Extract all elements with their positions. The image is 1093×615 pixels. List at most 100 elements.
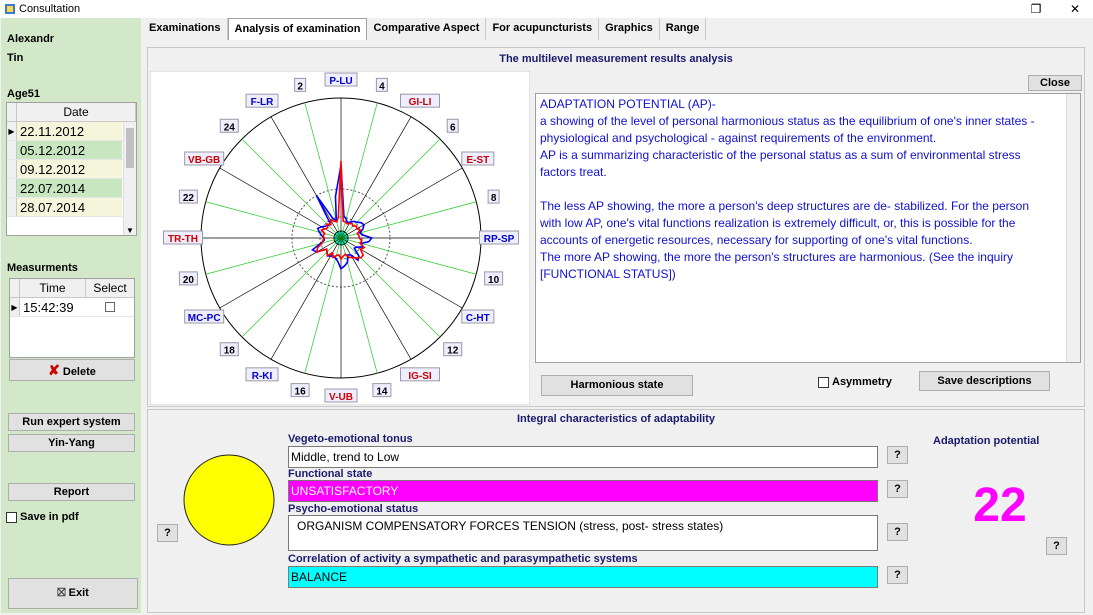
description-line: ADAPTATION POTENTIAL (AP)- [540,97,716,111]
select-column-header[interactable]: Select [86,279,134,297]
patient-last-name: Tin [7,52,24,64]
table-row[interactable]: 22.07.2014 [7,179,136,198]
left-panel: Alexandr Tin Age51 Date ▶ 22.11.2012 05.1… [1,18,141,613]
radar-axis-label: 16 [295,387,307,398]
psycho-label: Psycho-emotional status [288,503,419,515]
close-icon[interactable]: ✕ [1060,1,1090,17]
radar-axis-label: 6 [450,122,456,133]
functional-help-button[interactable]: ? [887,480,908,498]
vegeto-field[interactable]: Middle, trend to Low [288,446,878,468]
table-row[interactable]: 05.12.2012 [7,141,136,160]
description-scrollbar[interactable] [1066,94,1080,362]
select-checkbox[interactable] [105,302,115,312]
description-line [540,181,1062,198]
run-expert-system-button[interactable]: Run expert system [8,413,135,431]
psycho-field[interactable]: ORGANISM COMPENSATORY FORCES TENSION (st… [288,515,878,551]
row-pointer-icon: ▶ [7,122,17,140]
tab-graphics[interactable]: Graphics [599,18,660,40]
description-line: accounts of energetic resources, necessa… [540,233,973,247]
status-circle [183,454,275,546]
radar-chart: P-LU 4 GI-LI 6 E-ST 8 RP-SP 10 C-HT 12 IG-SI 14 V-UB… [150,71,530,405]
asymmetry-checkbox[interactable]: Asymmetry [818,376,892,388]
radar-axis-label: C-HT [466,313,490,324]
radar-axis-label: RP-SP [484,234,515,245]
radar-axis-label: 22 [183,193,195,204]
exit-button[interactable]: ⛝ Exit [8,578,138,609]
tab-analysis-of-examination[interactable]: Analysis of examination [227,18,368,40]
measurements-grid[interactable]: Time Select ▶ 15:42:39 [9,278,135,358]
radar-axis-label: 20 [183,275,195,286]
save-descriptions-button[interactable]: Save descriptions [919,371,1050,391]
patient-age: Age51 [7,88,41,100]
restore-icon[interactable]: ❐ [1021,1,1051,17]
table-row[interactable]: 28.07.2014 [7,198,136,217]
description-line: [FUNCTIONAL STATUS]) [540,267,676,281]
radar-axis-label: GI-LI [409,97,432,108]
radar-axis-label: E-ST [466,155,489,166]
title-bar: Consultation ❐ ✕ [0,0,1093,18]
description-line: a showing of the level of personal harmo… [540,114,1035,128]
vegeto-help-button[interactable]: ? [887,446,908,464]
vegeto-label: Vegeto-emotional tonus [288,433,413,445]
description-text: ADAPTATION POTENTIAL (AP)- a showing of t… [535,93,1081,363]
dates-grid[interactable]: Date ▶ 22.11.2012 05.12.2012 09.12.2012 2… [6,102,137,236]
radar-axis-label: MC-PC [188,313,221,324]
correlation-help-button[interactable]: ? [887,566,908,584]
radar-axis-label: IG-SI [408,371,432,382]
description-line: factors treat. [540,165,607,179]
save-in-pdf-checkbox[interactable]: Save in pdf [6,511,79,523]
radar-axis-label: 2 [297,81,303,92]
tab-for-acupuncturists[interactable]: For acupuncturists [486,18,600,40]
radar-axis-label: 12 [447,346,459,357]
psycho-help-button[interactable]: ? [887,523,908,541]
radar-axis-label: 24 [224,122,236,133]
yin-yang-button[interactable]: Yin-Yang [8,434,135,452]
row-pointer-icon: ▶ [10,298,20,316]
adaptation-potential-value: 22 [973,479,1027,532]
table-row[interactable]: 09.12.2012 [7,160,136,179]
table-row[interactable]: ▶ 22.11.2012 [7,122,136,141]
description-line: physiological and psychological - agains… [540,131,937,145]
radar-axis-label: V-UB [329,392,353,403]
radar-axis-label: VB-GB [188,155,220,166]
integral-title: Integral characteristics of adaptability [516,413,716,425]
radar-axis-label: P-LU [329,76,352,87]
tab-range[interactable]: Range [660,18,707,40]
exit-icon: ⛝ [57,587,66,599]
radar-axis-label: 4 [379,81,385,92]
tab-bar: Examinations Analysis of examination Com… [143,18,707,40]
radar-axis-label: F-LR [251,97,275,108]
description-line: The more AP showing, the more the person… [540,250,1013,264]
close-button[interactable]: Close [1028,75,1082,91]
adaptation-potential-label: Adaptation potential [933,435,1040,447]
table-row[interactable]: ▶ 15:42:39 [10,298,134,317]
window-title: Consultation [19,3,81,15]
radar-axis-label: R-KI [252,371,273,382]
description-line: AP is a summarizing characteristic of th… [540,148,1021,162]
radar-axis-label: 14 [376,387,388,398]
delete-button[interactable]: ✘ Delete [9,359,135,381]
dates-scrollbar[interactable]: ▼ [123,122,136,235]
report-button[interactable]: Report [8,483,135,501]
correlation-label: Correlation of activity a sympathetic an… [288,553,638,565]
radar-axis-label: 10 [488,275,500,286]
description-line: with low AP, one's vital functions reali… [540,216,1016,230]
patient-first-name: Alexandr [7,33,55,45]
measurements-label: Measurments [7,262,78,274]
functional-field[interactable]: UNSATISFACTORY [288,480,878,502]
harmonious-state-button[interactable]: Harmonious state [541,375,693,396]
analysis-title: The multilevel measurement results analy… [499,53,733,65]
radar-axis-label: 8 [491,193,497,204]
correlation-field[interactable]: BALANCE [288,566,878,588]
radar-axis-label: 18 [224,346,236,357]
time-column-header[interactable]: Time [20,279,86,297]
app-icon [5,4,15,14]
tab-comparative-aspect[interactable]: Comparative Aspect [367,18,487,40]
radar-axis-label: TR-TH [168,234,198,245]
tab-examinations[interactable]: Examinations [143,18,228,40]
delete-icon: ✘ [48,362,60,378]
functional-label: Functional state [288,468,373,480]
ap-help-button[interactable]: ? [1046,537,1067,555]
date-column-header[interactable]: Date [17,103,136,121]
circle-help-button[interactable]: ? [157,524,178,542]
